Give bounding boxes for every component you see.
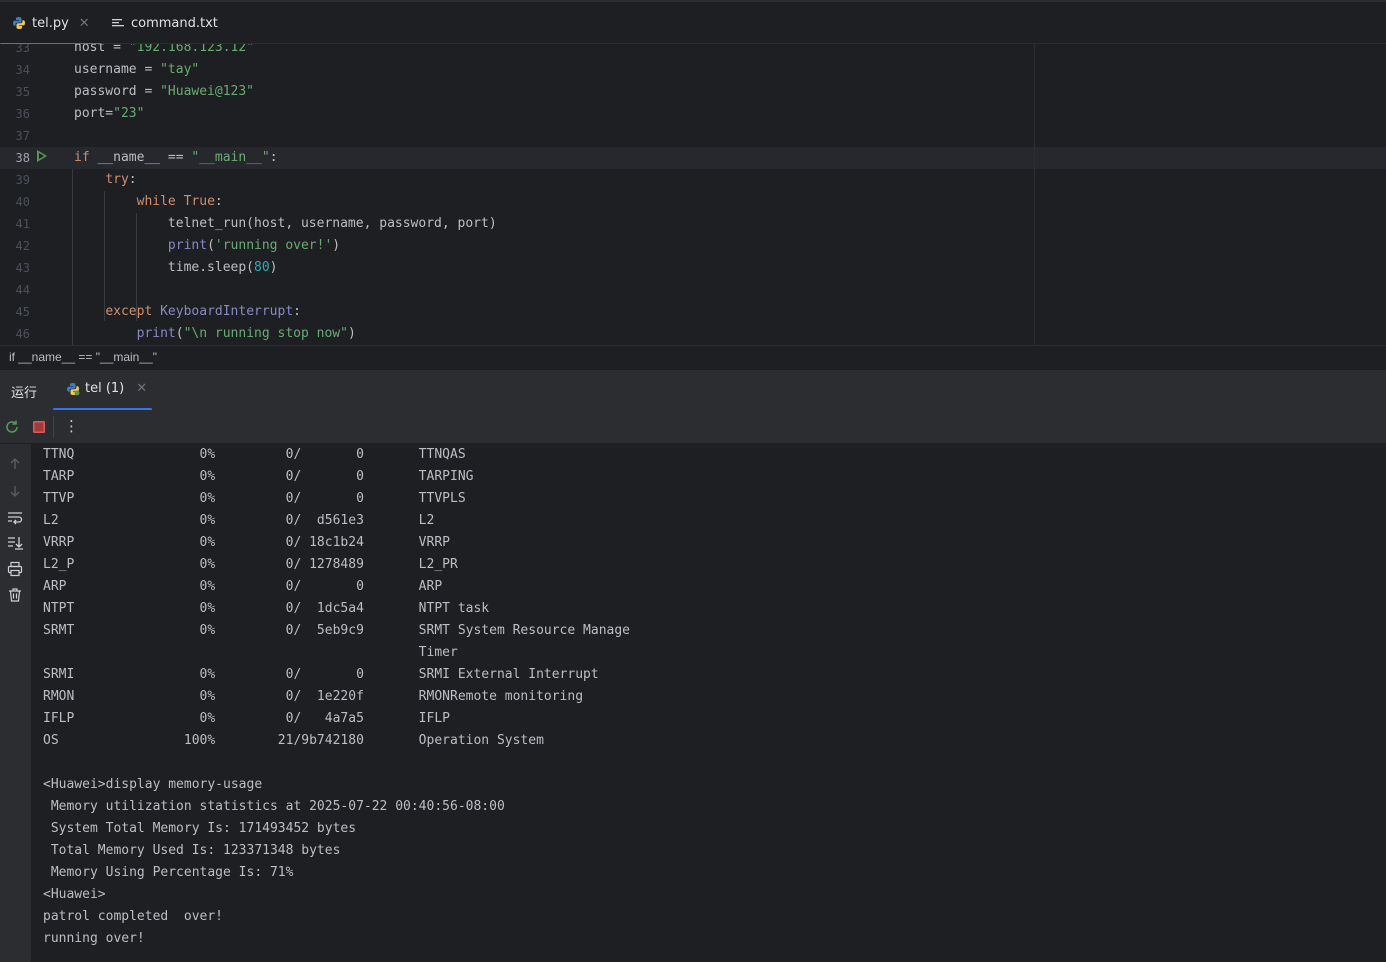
- line-number: 40: [15, 195, 30, 209]
- line-number: 41: [15, 217, 30, 231]
- line-number: 46: [15, 327, 30, 341]
- run-tab-tel[interactable]: tel (1) ✕: [66, 381, 147, 396]
- right-margin-guide: [1034, 44, 1035, 345]
- console-line: Total Memory Used Is: 123371348 bytes: [43, 843, 341, 858]
- console-line: running over!: [43, 931, 145, 946]
- line-number: 36: [15, 107, 30, 121]
- console-line: IFLP 0% 0/ 4a7a5 IFLP: [43, 711, 450, 726]
- line-number: 33: [15, 44, 30, 55]
- console-line: Memory Using Percentage Is: 71%: [43, 865, 294, 880]
- console-line: L2_P 0% 0/ 1278489 L2_PR: [43, 557, 458, 572]
- code-line[interactable]: while True:: [74, 191, 223, 213]
- tab-label: command.txt: [131, 15, 218, 31]
- run-toolbar: ⋮: [0, 410, 1386, 444]
- arrow-up-icon[interactable]: [7, 456, 23, 472]
- console-line: TTNQ 0% 0/ 0 TTNQAS: [43, 447, 466, 462]
- scroll-to-end-icon[interactable]: [7, 535, 23, 551]
- tab-command-txt[interactable]: command.txt: [111, 6, 218, 40]
- console-line: L2 0% 0/ d561e3 L2: [43, 513, 435, 528]
- code-line[interactable]: print('running over!'): [74, 235, 340, 257]
- line-number: 44: [15, 283, 30, 297]
- tab-label: tel.py: [32, 15, 69, 31]
- line-number: 35: [15, 85, 30, 99]
- console-line: System Total Memory Is: 171493452 bytes: [43, 821, 357, 836]
- more-options-icon[interactable]: ⋮: [64, 417, 79, 435]
- soft-wrap-icon[interactable]: [7, 510, 23, 526]
- run-tab-label: tel (1): [85, 381, 125, 396]
- code-line[interactable]: except KeyboardInterrupt:: [74, 301, 301, 323]
- console-line: Timer: [43, 645, 458, 660]
- python-icon: [66, 382, 80, 396]
- console-line: SRMT 0% 0/ 5eb9c9 SRMT System Resource M…: [43, 623, 630, 638]
- breadcrumb[interactable]: if __name__ == "__main__": [0, 345, 1386, 369]
- console-line: TARP 0% 0/ 0 TARPING: [43, 469, 474, 484]
- console-side-toolbar: [0, 444, 31, 962]
- line-number: 43: [15, 261, 30, 275]
- code-line[interactable]: try:: [74, 169, 136, 191]
- print-icon[interactable]: [7, 561, 23, 577]
- code-line[interactable]: if __name__ == "__main__":: [74, 147, 278, 169]
- line-number: 37: [15, 129, 30, 143]
- text-file-icon: [111, 16, 125, 30]
- code-line[interactable]: telnet_run(host, username, password, por…: [74, 213, 497, 235]
- line-number: 38: [15, 151, 30, 165]
- toolbar-separator: [53, 416, 54, 438]
- run-tool-window-header: 运行 tel (1) ✕: [0, 369, 1386, 411]
- console-line: SRMI 0% 0/ 0 SRMI External Interrupt: [43, 667, 599, 682]
- trash-icon[interactable]: [7, 587, 23, 603]
- stop-icon[interactable]: [31, 419, 47, 439]
- code-line[interactable]: print("\n running stop now"): [74, 323, 356, 345]
- code-editor[interactable]: 33 host = "192.168.123.12" 34 username = "t…: [0, 44, 1386, 345]
- console-line: TTVP 0% 0/ 0 TTVPLS: [43, 491, 466, 506]
- line-number: 39: [15, 173, 30, 187]
- breadcrumb-item[interactable]: if __name__ == "__main__": [9, 350, 157, 364]
- code-line[interactable]: port="23": [74, 103, 144, 125]
- console-line: patrol completed over!: [43, 909, 224, 924]
- close-icon[interactable]: ✕: [136, 381, 147, 396]
- line-number: 34: [15, 63, 30, 77]
- arrow-down-icon[interactable]: [7, 483, 23, 499]
- code-line[interactable]: password = "Huawei@123": [74, 81, 254, 103]
- console-line: VRRP 0% 0/ 18c1b24 VRRP: [43, 535, 450, 550]
- editor-tab-bar: tel.py ✕ command.txt: [0, 0, 1386, 46]
- console-line: ARP 0% 0/ 0 ARP: [43, 579, 443, 594]
- code-line[interactable]: username = "tay": [74, 59, 199, 81]
- run-gutter-icon[interactable]: [37, 150, 47, 162]
- console-line: <Huawei>display memory-usage: [43, 777, 263, 792]
- console-line: NTPT 0% 0/ 1dc5a4 NTPT task: [43, 601, 490, 616]
- line-number: 45: [15, 305, 30, 319]
- console-line: RMON 0% 0/ 1e220f RMONRemote monitoring: [43, 689, 584, 704]
- tab-tel-py[interactable]: tel.py ✕: [0, 6, 102, 46]
- console-line: OS 100% 21/9b742180 Operation System: [43, 733, 544, 748]
- python-icon: [12, 16, 26, 30]
- console-line: Memory utilization statistics at 2025-07…: [43, 799, 505, 814]
- close-icon[interactable]: ✕: [79, 16, 90, 31]
- code-line[interactable]: host = "192.168.123.12": [74, 44, 254, 59]
- top-divider: [0, 0, 1386, 2]
- indent-guide: [72, 169, 73, 345]
- rerun-icon[interactable]: [4, 419, 20, 439]
- console-line: <Huawei>: [43, 887, 106, 902]
- line-number: 42: [15, 239, 30, 253]
- console-output[interactable]: TTNQ 0% 0/ 0 TTNQAS TARP 0% 0/ 0 TARPING T…: [31, 444, 1386, 962]
- run-panel-title: 运行: [11, 386, 38, 401]
- code-line[interactable]: time.sleep(80): [74, 257, 278, 279]
